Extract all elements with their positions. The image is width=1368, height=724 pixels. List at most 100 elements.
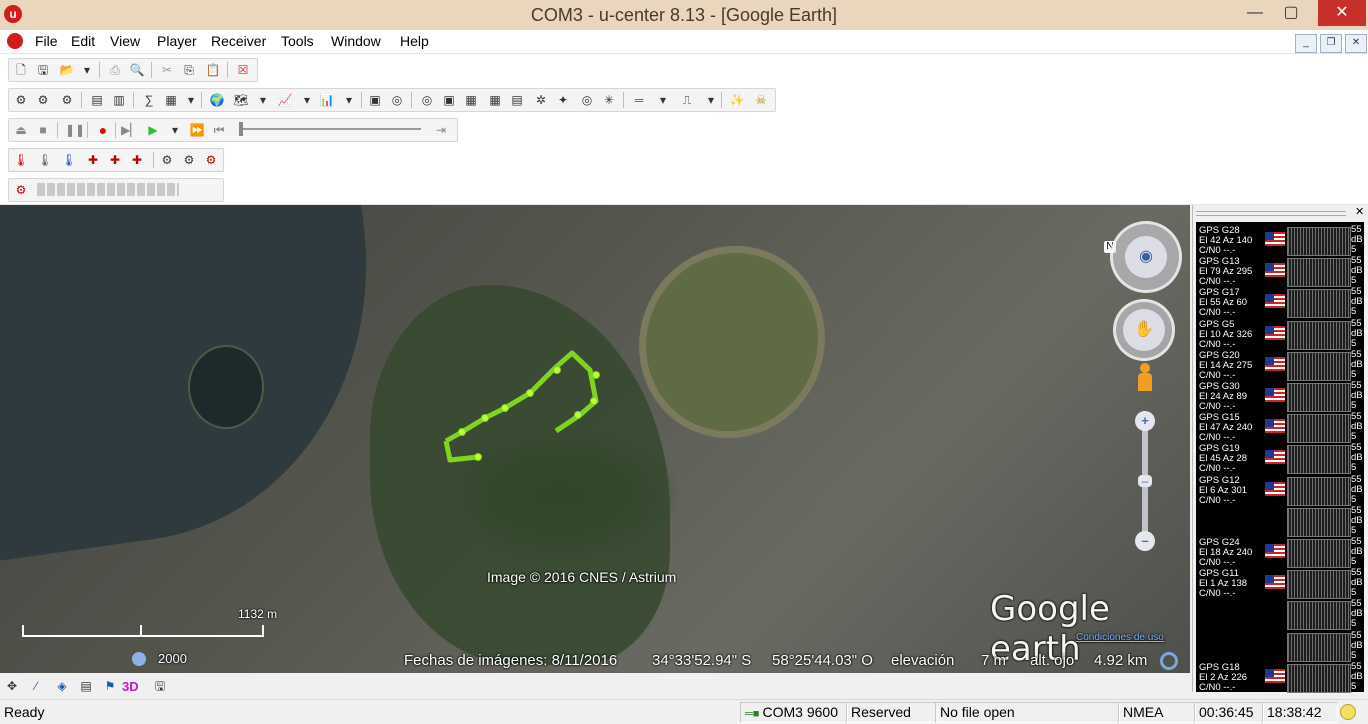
- panel-grip[interactable]: [1196, 211, 1346, 216]
- new-file-icon[interactable]: 🗋: [13, 62, 29, 78]
- table-view-icon[interactable]: ▦: [487, 92, 503, 108]
- placemark-icon[interactable]: ⚑: [102, 678, 118, 694]
- eject-icon[interactable]: ⏏: [13, 122, 29, 138]
- mdi-restore-button[interactable]: ❐: [1320, 34, 1342, 53]
- stop-icon[interactable]: ■: [35, 122, 51, 138]
- google-earth-icon[interactable]: 🌍: [209, 92, 225, 108]
- chevron-down-icon[interactable]: ▾: [655, 92, 671, 108]
- menu-player[interactable]: Player: [157, 33, 197, 49]
- baudrate-icon[interactable]: ⎍: [679, 92, 695, 108]
- google-earth-map[interactable]: Image © 2016 CNES / Astrium Google earth…: [0, 205, 1190, 673]
- chevron-down-icon[interactable]: ▾: [167, 122, 183, 138]
- connect-icon[interactable]: ⚙: [35, 92, 51, 108]
- zoom-in-button[interactable]: +: [1135, 411, 1155, 431]
- spectrum-view-icon[interactable]: ✳: [601, 92, 617, 108]
- title-bar[interactable]: u COM3 - u-center 8.13 - [Google Earth] …: [0, 0, 1368, 30]
- playback-slider-handle[interactable]: [239, 122, 243, 136]
- pause-icon[interactable]: ❚❚: [65, 122, 85, 138]
- terms-link[interactable]: Condiciones de uso: [1076, 632, 1164, 643]
- menu-edit[interactable]: Edit: [71, 33, 95, 49]
- debug-icon[interactable]: ☠: [753, 92, 769, 108]
- mdi-close-button[interactable]: ✕: [1345, 34, 1367, 53]
- move-control[interactable]: ✋: [1113, 299, 1175, 361]
- autobaud-icon[interactable]: ⚙: [13, 92, 29, 108]
- histogram-icon[interactable]: 📊: [319, 92, 335, 108]
- maximize-button[interactable]: ▢: [1268, 0, 1314, 26]
- text-console-icon[interactable]: ▤: [89, 92, 105, 108]
- rewind-to-start-icon[interactable]: ⏮: [211, 122, 227, 138]
- menu-receiver[interactable]: Receiver: [211, 33, 266, 49]
- street-view-icon[interactable]: [1136, 363, 1154, 397]
- data-view-icon[interactable]: ▤: [509, 92, 525, 108]
- poll-icon[interactable]: ✚: [85, 152, 101, 168]
- record-icon[interactable]: ●: [95, 122, 111, 138]
- fast-forward-icon[interactable]: ⏩: [189, 122, 205, 138]
- gauge-view-icon[interactable]: ◎: [579, 92, 595, 108]
- menu-help[interactable]: Help: [400, 33, 429, 49]
- cut-icon[interactable]: ✂: [159, 62, 175, 78]
- sky-view-icon[interactable]: ◎: [389, 92, 405, 108]
- historical-imagery-icon[interactable]: [132, 652, 146, 666]
- binary-console-icon[interactable]: ▥: [111, 92, 127, 108]
- disconnect-icon[interactable]: ⚙: [59, 92, 75, 108]
- chart-view-icon[interactable]: 📈: [277, 92, 293, 108]
- grid-icon[interactable]: ▤: [78, 678, 94, 694]
- wizard-icon[interactable]: ✨: [729, 92, 745, 108]
- clear-icon[interactable]: ☒: [235, 62, 251, 78]
- close-button[interactable]: ✕: [1318, 0, 1366, 26]
- message-config-icon[interactable]: ⚙: [13, 182, 29, 198]
- play-icon[interactable]: ▶: [145, 122, 161, 138]
- pan-icon[interactable]: ✥: [4, 678, 20, 694]
- message-view-icon[interactable]: ∑: [141, 92, 157, 108]
- satellite-view-icon[interactable]: ✲: [533, 92, 549, 108]
- statistic-view-icon[interactable]: ▦: [163, 92, 179, 108]
- status-port[interactable]: ═■ COM3 9600: [740, 702, 848, 723]
- print-preview-icon[interactable]: 🔍: [129, 62, 145, 78]
- paste-icon[interactable]: 📋: [205, 62, 221, 78]
- config-reset-icon[interactable]: ⚙: [203, 152, 219, 168]
- config-save-icon[interactable]: ⚙: [181, 152, 197, 168]
- chevron-down-icon[interactable]: ▾: [255, 92, 271, 108]
- chevron-down-icon[interactable]: ▾: [703, 92, 719, 108]
- goto-end-icon[interactable]: ⇥: [433, 122, 449, 138]
- poll-all-icon[interactable]: ✚: [107, 152, 123, 168]
- chevron-down-icon[interactable]: ▾: [341, 92, 357, 108]
- config-view-icon[interactable]: ⚙: [159, 152, 175, 168]
- layers-icon[interactable]: ◈: [54, 678, 70, 694]
- hand-icon[interactable]: ✋: [1123, 309, 1165, 351]
- chevron-down-icon[interactable]: ▾: [79, 62, 95, 78]
- poll-config-icon[interactable]: ✚: [129, 152, 145, 168]
- connection-icon[interactable]: ═: [631, 92, 647, 108]
- menu-window[interactable]: Window: [331, 33, 381, 49]
- save-icon[interactable]: 🖫: [35, 62, 51, 78]
- view-3d-button[interactable]: 3D: [122, 679, 139, 694]
- step-forward-icon[interactable]: ▶▏: [121, 122, 139, 138]
- zoom-out-button[interactable]: –: [1135, 531, 1155, 551]
- save-map-icon[interactable]: 🖫: [152, 678, 168, 694]
- copy-icon[interactable]: ⎘: [181, 62, 197, 78]
- chevron-down-icon[interactable]: ▾: [299, 92, 315, 108]
- measure-icon[interactable]: ∕: [28, 678, 44, 694]
- menu-tools[interactable]: Tools: [281, 33, 314, 49]
- print-icon[interactable]: ⎙: [107, 62, 123, 78]
- open-folder-icon[interactable]: 📂: [59, 62, 75, 78]
- panel-close-icon[interactable]: ✕: [1355, 205, 1364, 218]
- eye-icon[interactable]: ◉: [1125, 236, 1167, 278]
- coldstart-icon[interactable]: 🌡: [61, 152, 77, 168]
- map-view-icon[interactable]: 🗺: [233, 92, 249, 108]
- mdi-minimize-button[interactable]: _: [1295, 34, 1317, 53]
- zoom-slider-handle[interactable]: –: [1138, 475, 1152, 487]
- message-slots[interactable]: [37, 183, 179, 196]
- hotstart-icon[interactable]: 🌡: [13, 152, 29, 168]
- navigation-view-icon[interactable]: ✦: [555, 92, 571, 108]
- compass-icon[interactable]: ◎: [419, 92, 435, 108]
- look-control[interactable]: ◉: [1110, 221, 1182, 293]
- warmstart-icon[interactable]: 🌡: [37, 152, 53, 168]
- deviation-map-icon[interactable]: ▣: [441, 92, 457, 108]
- signal-view-icon[interactable]: ▦: [463, 92, 479, 108]
- mdi-icon[interactable]: [7, 33, 23, 49]
- camera-view-icon[interactable]: ▣: [367, 92, 383, 108]
- playback-slider[interactable]: [241, 128, 421, 130]
- menu-view[interactable]: View: [110, 33, 140, 49]
- chevron-down-icon[interactable]: ▾: [183, 92, 199, 108]
